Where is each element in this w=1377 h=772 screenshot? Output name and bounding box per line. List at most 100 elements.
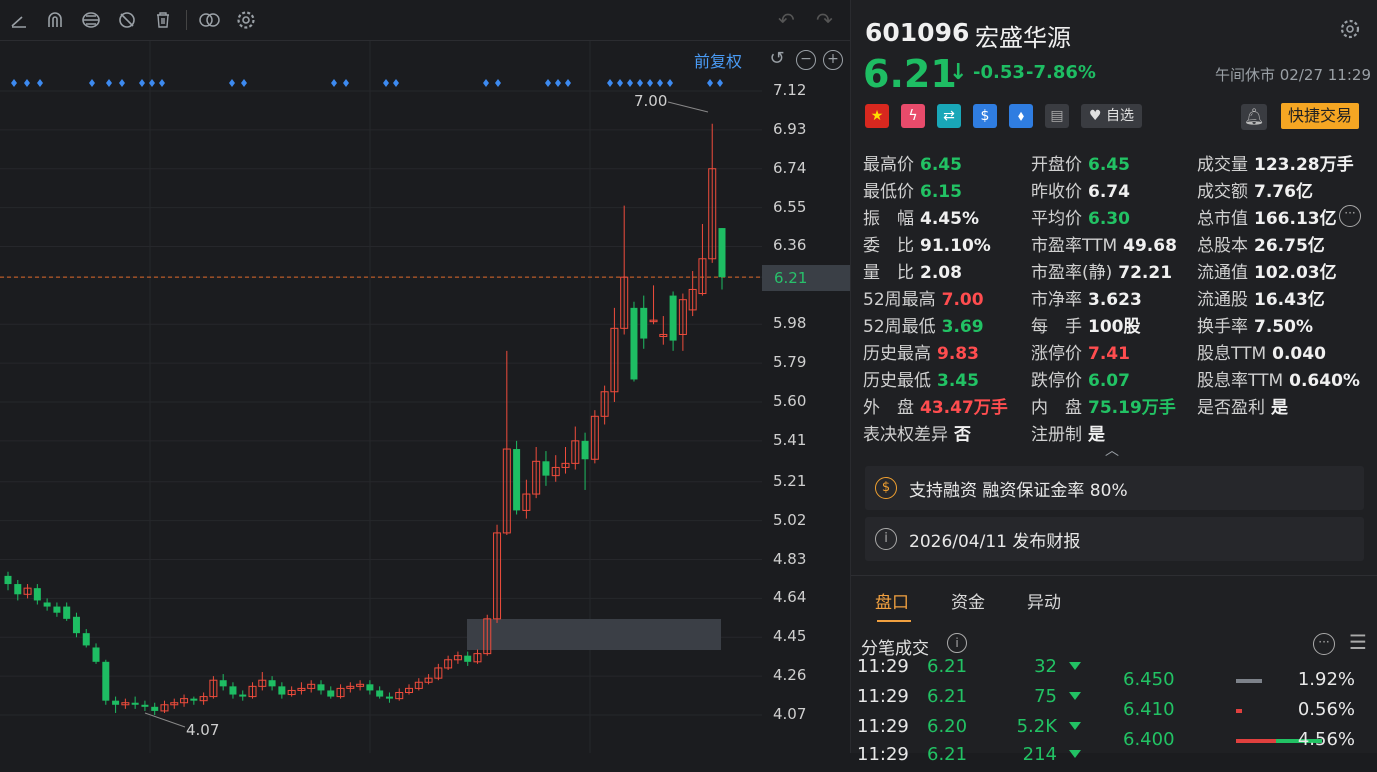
stat-value: 4.45% [920, 209, 979, 229]
stat-label: 注册制 [1031, 425, 1082, 445]
stat-item: 流通值 102.03亿 [1197, 258, 1337, 283]
stat-item: 表决权差异否 [863, 420, 971, 445]
stat-item: 量 比 2.08 [863, 258, 962, 283]
candle-body [33, 588, 41, 601]
event-marker [627, 79, 633, 87]
candlestick-chart[interactable]: 7.00 4.07 [0, 0, 762, 753]
event-marker [159, 79, 165, 87]
zoom-in-icon[interactable]: + [823, 50, 843, 70]
stat-value: 43.47万手 [920, 398, 1008, 418]
event-marker [383, 79, 389, 87]
margin-info-box[interactable]: $ 支持融资 融资保证金率 80% [865, 466, 1364, 510]
trade-time: 11:29 [857, 686, 909, 707]
bell-icon[interactable]: 🔔︎ [1241, 104, 1267, 130]
event-marker [119, 79, 125, 87]
market-status-time: 午间休市 02/27 11:29 [1215, 66, 1371, 84]
tab-pankou[interactable]: 盘口 [875, 588, 909, 613]
down-triangle-icon [1069, 692, 1081, 700]
candle-body [190, 698, 198, 701]
event-marker [139, 79, 145, 87]
stat-label: 平均价 [1031, 209, 1082, 229]
low-marker-label: 4.07 [186, 721, 219, 739]
more-stats-icon[interactable]: ··· [1339, 205, 1361, 227]
price-axis-tick: 6.36 [773, 236, 807, 255]
stat-item: 内 盘 75.19万手 [1031, 393, 1176, 418]
candle-body [4, 575, 12, 585]
stat-label: 最低价 [863, 182, 914, 202]
tab-yidong[interactable]: 异动 [1027, 588, 1061, 613]
stat-item: 委 比 91.10% [863, 231, 991, 256]
candle-body [151, 706, 159, 711]
quick-trade-button[interactable]: 快捷交易 [1281, 103, 1360, 129]
zoom-out-icon[interactable]: − [796, 50, 816, 70]
china-flag-icon[interactable]: ★ [865, 104, 889, 128]
stat-item: 股息TTM 0.040 [1197, 339, 1326, 364]
stat-item: 市盈率TTM 49.68 [1031, 231, 1177, 256]
stat-label: 昨收价 [1031, 182, 1082, 202]
reset-zoom-icon[interactable]: ↺ [768, 50, 786, 68]
stat-item: 流通股 16.43亿 [1197, 285, 1325, 310]
candle-body [640, 307, 648, 339]
price-axis-tick: 4.07 [773, 705, 807, 723]
trade-time: 11:29 [857, 656, 909, 677]
add-watchlist-button[interactable]: ♥ 自选 [1081, 104, 1143, 128]
connect-icon[interactable]: ⇄ [937, 104, 961, 128]
stat-value: 6.45 [1088, 155, 1130, 175]
stat-value: 16.43亿 [1254, 290, 1325, 310]
stat-label: 流通股 [1197, 290, 1248, 310]
notes-icon[interactable]: ▤ [1045, 104, 1069, 128]
event-marker [707, 79, 713, 87]
info-icon: i [875, 528, 897, 550]
trade-row: 11:29 6.21 32 [857, 656, 1107, 684]
stat-value: 100股 [1088, 317, 1141, 337]
stat-label: 最高价 [863, 155, 914, 175]
stat-label: 成交量 [1197, 155, 1248, 175]
redo-icon[interactable]: ↷ [816, 8, 833, 32]
dollar-icon[interactable]: $ [973, 104, 997, 128]
tab-bar: 盘口 资金 异动 [851, 588, 1079, 613]
undo-icon[interactable]: ↶ [778, 8, 795, 32]
stat-value: 0.640% [1289, 371, 1360, 391]
trade-row: 11:29 6.21 75 [857, 686, 1107, 714]
kline-chart-area[interactable]: ↶ ↷ 前复权 ↺ − + 7.00 4.07 7.12 6.93 6.74 6.55 6… [0, 0, 850, 753]
price-change: -0.53 [973, 62, 1025, 83]
active-tab-indicator [877, 620, 911, 622]
event-marker [617, 79, 623, 87]
stat-item: 成交量 123.28万手 [1197, 150, 1354, 175]
stat-item: 最高价 6.45 [863, 150, 962, 175]
tag-icon[interactable]: ⬧ [1009, 104, 1033, 128]
stat-label: 开盘价 [1031, 155, 1082, 175]
report-info-box[interactable]: i 2026/04/11 发布财报 [865, 517, 1364, 561]
stat-item: 股息率TTM 0.640% [1197, 366, 1360, 391]
candle-body [219, 680, 227, 687]
stat-item: 跌停价 6.07 [1031, 366, 1130, 391]
stat-label: 总市值 [1197, 209, 1248, 229]
stat-value: 166.13亿 [1254, 209, 1337, 229]
stat-item: 每 手 100股 [1031, 312, 1141, 337]
tab-zijin[interactable]: 资金 [951, 588, 985, 613]
stat-label: 52周最高 [863, 290, 936, 310]
settings-gear-icon[interactable] [1339, 18, 1361, 45]
price-axis-tick: 6.74 [773, 158, 807, 177]
trade-price: 6.20 [927, 716, 968, 737]
more-options-icon[interactable]: ··· [1313, 633, 1335, 655]
trade-volume: 5.2K [1016, 716, 1057, 737]
collapse-caret-icon[interactable]: ︿ [1105, 440, 1119, 460]
depth-price: 6.450 [1123, 669, 1175, 690]
price-axis-tick: 5.98 [773, 314, 807, 333]
ticks-info-icon[interactable]: i [947, 633, 967, 653]
list-view-icon[interactable]: ☰ [1349, 630, 1367, 654]
candle-body [366, 684, 374, 691]
price-axis-tick: 4.64 [773, 588, 807, 607]
down-triangle-icon [1069, 722, 1081, 730]
stat-value: 75.19万手 [1088, 398, 1176, 418]
candle-body [239, 694, 247, 697]
stat-value: 102.03亿 [1254, 263, 1337, 283]
stat-label: 涨停价 [1031, 344, 1082, 364]
margin-trading-icon[interactable]: ϟ [901, 104, 925, 128]
event-marker [393, 79, 399, 87]
event-marker [89, 79, 95, 87]
event-marker [24, 79, 30, 87]
candle-body [464, 655, 472, 662]
stat-item: 历史最高 9.83 [863, 339, 979, 364]
